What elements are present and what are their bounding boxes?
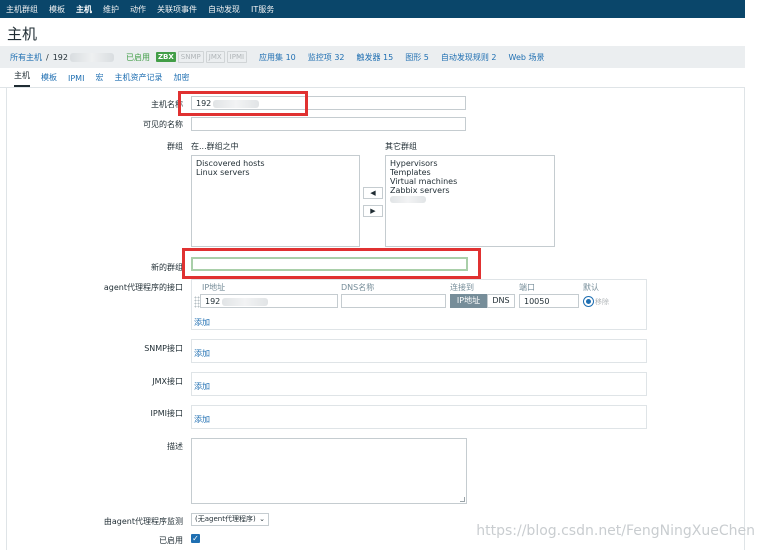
col-ip-header: IP地址	[202, 283, 226, 292]
visible-name-input[interactable]	[191, 117, 466, 131]
enabled-checkbox[interactable]: ✓	[191, 534, 200, 543]
list-item[interactable]: Templates	[390, 168, 550, 177]
ipmi-availability-badge: IPMI	[226, 51, 248, 63]
other-groups-heading: 其它群组	[385, 142, 417, 151]
list-item[interactable]: Hypervisors	[390, 159, 550, 168]
proxy-select-value: (无agent代理程序)	[195, 515, 256, 523]
agent-ip-input[interactable]: 192	[200, 294, 338, 308]
agent-dns-input[interactable]	[341, 294, 446, 308]
new-group-label: 新的群组	[151, 263, 183, 272]
redacted-blur	[390, 196, 426, 203]
tab-templates[interactable]: 模板	[41, 72, 57, 87]
highlight-box-hostname	[178, 91, 308, 116]
other-groups-listbox[interactable]: Hypervisors Templates Virtual machines Z…	[385, 155, 555, 247]
nav-maintenance[interactable]: 维护	[103, 4, 119, 15]
remove-interface-link[interactable]: 移除	[595, 297, 609, 307]
link-graphs[interactable]: 图形 5	[405, 52, 429, 63]
proxy-select[interactable]: (无agent代理程序) ⌄	[191, 513, 269, 526]
form-tabs: 主机 模板 IPMI 宏 主机资产记录 加密	[0, 70, 745, 88]
checkmark-icon: ✓	[192, 534, 199, 543]
in-groups-heading: 在...群组之中	[191, 142, 239, 151]
connect-ip-button[interactable]: IP地址	[450, 294, 487, 308]
nav-event-correlation[interactable]: 关联项事件	[157, 4, 197, 15]
watermark: https://blog.csdn.net/FengNingXueChen	[476, 523, 755, 539]
nav-discovery[interactable]: 自动发现	[208, 4, 240, 15]
jmx-interface-box	[191, 372, 647, 396]
proxy-label: 由agent代理程序监测	[103, 517, 183, 526]
tab-inventory[interactable]: 主机资产记录	[114, 72, 162, 87]
description-label: 描述	[167, 442, 183, 451]
enabled-label: 已启用	[159, 536, 183, 545]
add-ipmi-interface-link[interactable]: 添加	[194, 414, 210, 425]
redacted-blur	[69, 52, 114, 62]
groups-label: 群组	[167, 142, 183, 151]
breadcrumb-host[interactable]: 192	[53, 53, 68, 62]
add-jmx-interface-link[interactable]: 添加	[194, 381, 210, 392]
resize-handle-icon[interactable]	[460, 497, 465, 502]
nav-actions[interactable]: 动作	[130, 4, 146, 15]
list-item[interactable]: Virtual machines	[390, 177, 550, 186]
add-agent-interface-link[interactable]: 添加	[194, 317, 210, 328]
nav-host-groups[interactable]: 主机群组	[6, 4, 38, 15]
top-navigation: 主机群组 模板 主机 维护 动作 关联项事件 自动发现 IT服务	[0, 0, 745, 18]
link-web-scenarios[interactable]: Web 场景	[509, 52, 545, 63]
connect-dns-button[interactable]: DNS	[487, 294, 515, 308]
snmp-interface-box	[191, 339, 647, 363]
nav-it-services[interactable]: IT服务	[251, 4, 274, 15]
col-dns-header: DNS名称	[341, 283, 375, 292]
link-triggers[interactable]: 触发器 15	[357, 52, 394, 63]
ipmi-interface-label: IPMI接口	[150, 409, 183, 418]
breadcrumb: 所有主机 / 192 已启用 ZBX SNMP JMX IPMI 应用集 10 …	[0, 46, 745, 68]
col-connect-header: 连接到	[450, 283, 474, 292]
nav-templates[interactable]: 模板	[49, 4, 65, 15]
highlight-box-new-group	[182, 248, 481, 279]
snmp-availability-badge: SNMP	[177, 51, 204, 63]
agent-interface-label: agent代理程序的接口	[103, 283, 183, 292]
description-textarea[interactable]	[191, 438, 467, 504]
list-item[interactable]: Linux servers	[196, 168, 355, 177]
move-left-button[interactable]: ◀	[363, 187, 383, 199]
chevron-down-icon: ⌄	[259, 515, 265, 523]
agent-port-input[interactable]: 10050	[519, 294, 579, 308]
link-items[interactable]: 监控项 32	[308, 52, 345, 63]
visible-name-label: 可见的名称	[143, 120, 183, 129]
ipmi-interface-box	[191, 405, 647, 429]
tab-encryption[interactable]: 加密	[173, 72, 189, 87]
list-item[interactable]: Discovered hosts	[196, 159, 355, 168]
in-groups-listbox[interactable]: Discovered hosts Linux servers	[191, 155, 360, 247]
redacted-blur	[222, 297, 269, 306]
breadcrumb-all-hosts[interactable]: 所有主机	[10, 52, 42, 63]
jmx-interface-label: JMX接口	[152, 377, 183, 386]
default-interface-radio[interactable]	[584, 297, 593, 306]
col-port-header: 端口	[519, 283, 535, 292]
link-applications[interactable]: 应用集 10	[259, 52, 296, 63]
snmp-interface-label: SNMP接口	[144, 344, 183, 353]
link-discovery-rules[interactable]: 自动发现规则 2	[441, 52, 497, 63]
host-status-enabled[interactable]: 已启用	[126, 52, 150, 63]
agent-port-value: 10050	[524, 297, 550, 306]
zbx-availability-badge: ZBX	[155, 52, 176, 62]
breadcrumb-separator: /	[46, 52, 49, 62]
page-title: 主机	[7, 25, 38, 43]
move-right-button[interactable]: ▶	[363, 205, 383, 217]
jmx-availability-badge: JMX	[205, 51, 225, 63]
host-form: 主机名称 192 可见的名称 群组 在...群组之中 其它群组 Discover…	[6, 88, 745, 550]
tab-macros[interactable]: 宏	[95, 72, 103, 87]
tab-host[interactable]: 主机	[14, 70, 30, 87]
nav-hosts[interactable]: 主机	[76, 4, 92, 15]
add-snmp-interface-link[interactable]: 添加	[194, 348, 210, 359]
col-default-header: 默认	[583, 283, 599, 292]
agent-ip-value: 192	[205, 297, 221, 306]
list-item[interactable]: Zabbix servers	[390, 186, 550, 195]
tab-ipmi[interactable]: IPMI	[68, 74, 84, 87]
